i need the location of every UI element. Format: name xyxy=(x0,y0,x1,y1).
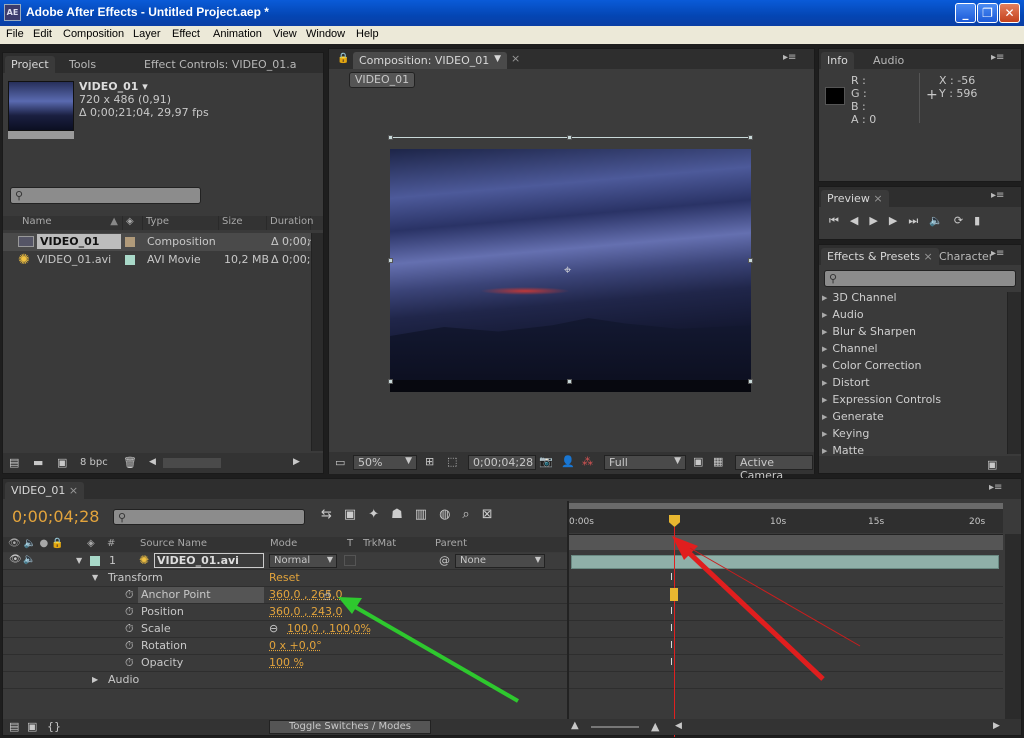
annotation-arrows xyxy=(338,536,861,703)
green-annotation-arrow xyxy=(338,597,520,703)
red-annotation-arrow xyxy=(672,536,825,681)
